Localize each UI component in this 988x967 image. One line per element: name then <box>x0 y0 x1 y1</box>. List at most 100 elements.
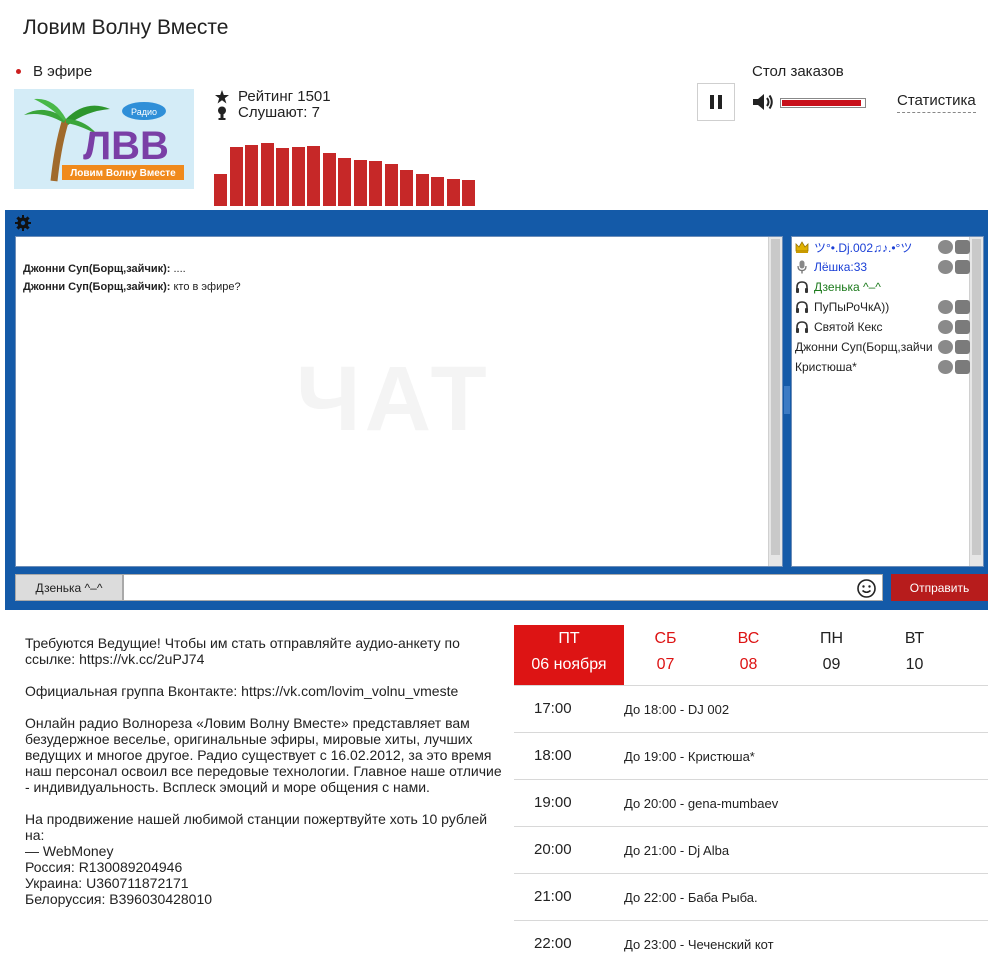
call-icon[interactable] <box>938 260 953 274</box>
slot-description: До 20:00 - gena-mumbaev <box>624 796 779 811</box>
user-list-item[interactable]: ПуПыРоЧкА)) <box>795 298 970 316</box>
logo-badge-text: Радио <box>131 107 157 117</box>
order-desk-label: Стол заказов <box>752 63 844 80</box>
call-icon[interactable] <box>938 340 953 354</box>
userlist-scrollbar[interactable] <box>969 237 983 566</box>
private-chat-icon[interactable] <box>955 320 970 334</box>
slot-description: До 22:00 - Баба Рыба. <box>624 890 758 905</box>
schedule-row: 17:00 До 18:00 - DJ 002 <box>514 685 988 732</box>
gear-icon[interactable] <box>15 215 31 231</box>
day-name: ПТ <box>558 630 580 647</box>
day-date: 07 <box>656 656 675 673</box>
message-text: кто в эфире? <box>173 281 241 293</box>
on-air-label: В эфире <box>33 63 93 80</box>
private-chat-icon[interactable] <box>955 360 970 374</box>
user-name[interactable]: ПуПыРоЧкА)) <box>814 300 951 314</box>
chat-message: Джонни Суп(Борщ,зайчик): .... <box>23 263 186 275</box>
day-date: 09 <box>822 656 841 673</box>
chat-messages[interactable]: ЧАТ Джонни Суп(Борщ,зайчик): .... Джонни… <box>15 236 783 567</box>
user-list-item[interactable]: Джонни Суп(Борщ,зайчик) <box>795 338 970 356</box>
user-list: ツ°•.Dj.002♫♪.•°ツ Лёшка:33 Дзенька ^–^ ПуПыР… <box>791 236 984 567</box>
schedule-row: 19:00 До 20:00 - gena-mumbaev <box>514 779 988 826</box>
panel-splitter[interactable] <box>783 236 791 567</box>
message-author[interactable]: Джонни Суп(Борщ,зайчик): <box>23 263 170 275</box>
chat-panel: ЧАТ Джонни Суп(Борщ,зайчик): .... Джонни… <box>5 210 988 610</box>
message-input[interactable] <box>123 574 883 601</box>
slot-description: До 23:00 - Чеченский кот <box>624 937 774 952</box>
day-date: 08 <box>739 656 758 673</box>
pause-icon <box>710 95 714 109</box>
schedule-days: ПТ 06 ноября СБ 07 ВС 08 ПН 09 ВТ 10 <box>514 625 988 685</box>
equalizer-bar <box>338 158 351 206</box>
user-actions <box>936 320 970 334</box>
day-tab[interactable]: ПН 09 <box>790 625 873 685</box>
user-name[interactable]: Лёшка:33 <box>814 260 951 274</box>
statistics-link[interactable]: Статистика <box>897 92 976 113</box>
vk-group-text: Официальная группа Вконтакте: https://vk… <box>25 683 459 699</box>
logo-tagline: Ловим Волну Вместе <box>70 168 176 179</box>
user-actions <box>936 260 970 274</box>
user-name[interactable]: Джонни Суп(Борщ,зайчик) <box>795 340 932 354</box>
day-date: 10 <box>905 656 924 673</box>
chat-message: Джонни Суп(Борщ,зайчик): кто в эфире? <box>23 281 241 293</box>
equalizer-bar <box>307 146 320 206</box>
equalizer-bar <box>354 160 367 206</box>
send-button[interactable]: Отправить <box>891 574 988 601</box>
slot-time: 22:00 <box>534 935 572 952</box>
day-tab[interactable]: ВТ 10 <box>873 625 956 685</box>
private-chat-icon[interactable] <box>955 300 970 314</box>
chat-input-row: Дзенька ^–^ Отправить <box>15 574 988 602</box>
user-list-item[interactable]: Лёшка:33 <box>795 258 970 276</box>
on-air-indicator: В эфире <box>16 63 92 80</box>
message-author[interactable]: Джонни Суп(Борщ,зайчик): <box>23 281 170 293</box>
day-tab[interactable]: ПТ 06 ноября <box>514 625 624 685</box>
slot-time: 18:00 <box>534 747 572 764</box>
station-stats: Рейтинг 1501 Слушают: 7 <box>214 89 331 121</box>
call-icon[interactable] <box>938 320 953 334</box>
nickname-button[interactable]: Дзенька ^–^ <box>15 574 123 601</box>
slot-time: 19:00 <box>534 794 572 811</box>
private-chat-icon[interactable] <box>955 260 970 274</box>
listeners-icon <box>214 105 230 121</box>
equalizer-bar <box>261 143 274 206</box>
user-actions <box>936 360 970 374</box>
schedule-row: 20:00 До 21:00 - Dj Alba <box>514 826 988 873</box>
user-name[interactable]: Кристюша* <box>795 360 932 374</box>
private-chat-icon[interactable] <box>955 240 970 254</box>
user-list-item[interactable]: Святой Кекс <box>795 318 970 336</box>
volume-slider[interactable] <box>780 98 866 108</box>
call-icon[interactable] <box>938 300 953 314</box>
pause-button[interactable] <box>697 83 735 121</box>
user-actions <box>936 340 970 354</box>
chat-watermark: ЧАТ <box>296 348 491 450</box>
equalizer-bar <box>431 177 444 206</box>
user-list-item[interactable]: Кристюша* <box>795 358 970 376</box>
schedule-row: 21:00 До 22:00 - Баба Рыба. <box>514 873 988 920</box>
about-text: Онлайн радио Волнореза «Ловим Волну Вмес… <box>25 715 502 795</box>
user-name[interactable]: Святой Кекс <box>814 320 951 334</box>
slot-time: 17:00 <box>534 700 572 717</box>
equalizer-bar <box>369 161 382 206</box>
equalizer-bar <box>400 170 413 206</box>
call-icon[interactable] <box>938 360 953 374</box>
private-chat-icon[interactable] <box>955 340 970 354</box>
day-name: ВС <box>737 630 760 647</box>
smiley-icon[interactable] <box>857 579 876 598</box>
star-icon <box>214 89 230 105</box>
user-list-item[interactable]: Дзенька ^–^ <box>795 278 970 296</box>
call-icon[interactable] <box>938 240 953 254</box>
user-list-item[interactable]: ツ°•.Dj.002♫♪.•°ツ <box>795 238 970 256</box>
day-tab[interactable]: ВС 08 <box>707 625 790 685</box>
user-name[interactable]: ツ°•.Dj.002♫♪.•°ツ <box>814 239 951 256</box>
equalizer-bar <box>230 147 243 206</box>
equalizer-bar <box>416 174 429 206</box>
slot-time: 20:00 <box>534 841 572 858</box>
messages-scrollbar[interactable] <box>768 237 782 566</box>
day-tab[interactable]: СБ 07 <box>624 625 707 685</box>
headphones-icon <box>795 280 809 294</box>
logo-letters: ЛВВ <box>83 124 169 168</box>
user-name[interactable]: Дзенька ^–^ <box>814 280 951 294</box>
volume-icon[interactable] <box>752 92 774 112</box>
crown-icon <box>795 240 809 254</box>
user-actions <box>936 300 970 314</box>
